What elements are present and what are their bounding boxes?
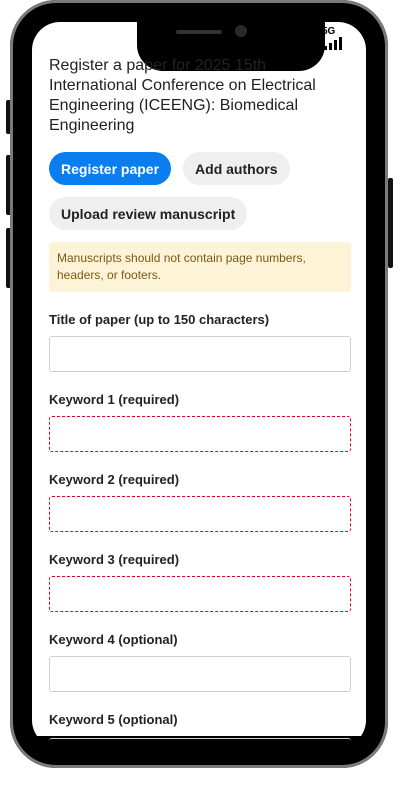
tab-register-paper[interactable]: Register paper [49,152,172,185]
keyword3-input[interactable] [49,576,351,612]
status-bar: 5G [296,26,350,50]
keyword3-field: Keyword 3 (required) [49,552,351,612]
power-button [388,178,393,268]
keyword2-input[interactable] [49,496,351,532]
tab-add-authors[interactable]: Add authors [183,152,290,185]
paper-title-input[interactable] [49,336,351,372]
keyword5-field: Keyword 5 (optional) [49,712,351,727]
keyword1-label: Keyword 1 (required) [49,392,180,407]
keyword4-field: Keyword 4 (optional) [49,632,351,692]
keyword5-label: Keyword 5 (optional) [49,712,178,727]
tab-upload-review-manuscript[interactable]: Upload review manuscript [49,197,248,230]
signal-strength-icon [320,37,342,50]
keyword5-input-edge [49,738,351,741]
keyword1-field: Keyword 1 (required) [49,392,351,452]
form-tabs: Register paper Add authors Upload review… [49,152,351,230]
speaker-grille [176,30,222,34]
keyword4-input[interactable] [49,656,351,692]
page-title: Register a paper for 2025 15th Internati… [49,57,316,134]
keyword3-label: Keyword 3 (required) [49,552,180,567]
keyword4-label: Keyword 4 (optional) [49,632,178,647]
keyword1-input[interactable] [49,416,351,452]
manuscript-notice: Manuscripts should not contain page numb… [49,242,351,292]
registration-form: Register a paper for 2025 15th Internati… [49,56,351,747]
paper-title-label: Title of paper (up to 150 characters) [49,312,270,327]
paper-title-field: Title of paper (up to 150 characters) [49,312,351,372]
keyword2-field: Keyword 2 (required) [49,472,351,532]
front-camera [235,25,247,37]
wifi-icon [296,34,316,50]
keyword2-label: Keyword 2 (required) [49,472,180,487]
